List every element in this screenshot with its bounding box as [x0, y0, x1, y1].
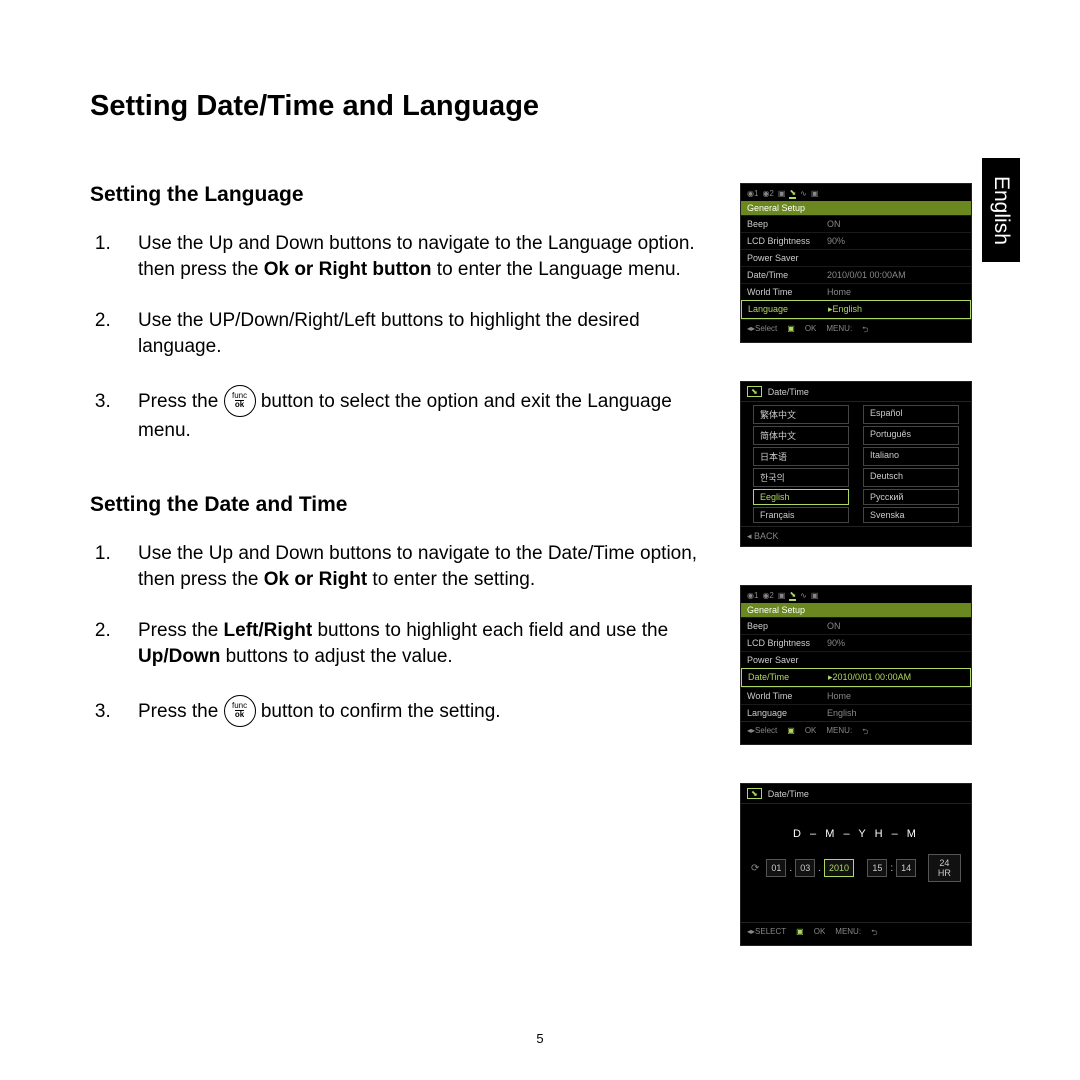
- dt-field-min: 14: [896, 859, 916, 877]
- section-language-heading: Setting the Language: [90, 183, 710, 207]
- page-number: 5: [0, 1031, 1080, 1046]
- lang-option: Svenska: [863, 507, 959, 523]
- step-item: Use the UP/Down/Right/Left buttons to hi…: [116, 308, 710, 359]
- lang-option-selected: Eeglish: [753, 489, 849, 505]
- dt-field-year-selected: 2010: [824, 859, 854, 877]
- lang-option: 한국의: [753, 468, 849, 487]
- back-label: ◂ BACK: [741, 526, 971, 546]
- lang-option: Español: [863, 405, 959, 424]
- dt-field-format: 24 HR: [928, 854, 961, 882]
- page-title: Setting Date/Time and Language: [90, 90, 1020, 123]
- lang-option: Русский: [863, 489, 959, 505]
- screenshots-column: ◉1◉2▣⬊∿▣ General Setup BeepON LCD Bright…: [740, 183, 972, 984]
- lang-option: 日本语: [753, 447, 849, 466]
- selected-row: Date/Time▸2010/0/01 00:00AM: [741, 668, 971, 687]
- dt-field-hour: 15: [867, 859, 887, 877]
- step-item: Use the Up and Down buttons to navigate …: [116, 231, 710, 282]
- lang-option: Deutsch: [863, 468, 959, 487]
- selected-row: Language▸English: [741, 300, 971, 319]
- screenshot-general-datetime: ◉1◉2▣⬊∿▣ General Setup BeepON LCD Bright…: [740, 585, 972, 745]
- language-tab: English: [982, 158, 1020, 262]
- step-item: Press the funcok button to select the op…: [116, 386, 710, 444]
- screen-title: General Setup: [741, 201, 971, 215]
- step-item: Press the Left/Right buttons to highligh…: [116, 618, 710, 669]
- language-steps: Use the Up and Down buttons to navigate …: [90, 231, 710, 443]
- step-item: Press the funcok button to confirm the s…: [116, 696, 710, 728]
- lang-option: Português: [863, 426, 959, 445]
- screen-tabs: ◉1◉2▣⬊∿▣: [741, 586, 971, 603]
- screenshot-general-language: ◉1◉2▣⬊∿▣ General Setup BeepON LCD Bright…: [740, 183, 972, 343]
- dt-format-label: D – M – Y H – M: [751, 828, 961, 840]
- lang-option: Italiano: [863, 447, 959, 466]
- dt-field-day: 01: [766, 859, 786, 877]
- reset-icon: ⟳: [751, 863, 759, 874]
- step-item: Use the Up and Down buttons to navigate …: [116, 541, 710, 592]
- screenshot-language-list: ⬊Date/Time 繁体中文 Español 简体中文 Português 日…: [740, 381, 972, 547]
- dt-field-month: 03: [795, 859, 815, 877]
- datetime-steps: Use the Up and Down buttons to navigate …: [90, 541, 710, 728]
- section-datetime-heading: Setting the Date and Time: [90, 493, 710, 517]
- instructions-column: Setting the Language Use the Up and Down…: [90, 183, 710, 984]
- screen-title: General Setup: [741, 603, 971, 617]
- func-ok-icon: funcok: [224, 695, 256, 727]
- func-ok-icon: funcok: [224, 385, 256, 417]
- lang-option: Français: [753, 507, 849, 523]
- lang-option: 繁体中文: [753, 405, 849, 424]
- screenshot-datetime-edit: ⬊Date/Time D – M – Y H – M ⟳ 01 . 03 . 2…: [740, 783, 972, 946]
- lang-option: 简体中文: [753, 426, 849, 445]
- screen-tabs: ◉1◉2▣⬊∿▣: [741, 184, 971, 201]
